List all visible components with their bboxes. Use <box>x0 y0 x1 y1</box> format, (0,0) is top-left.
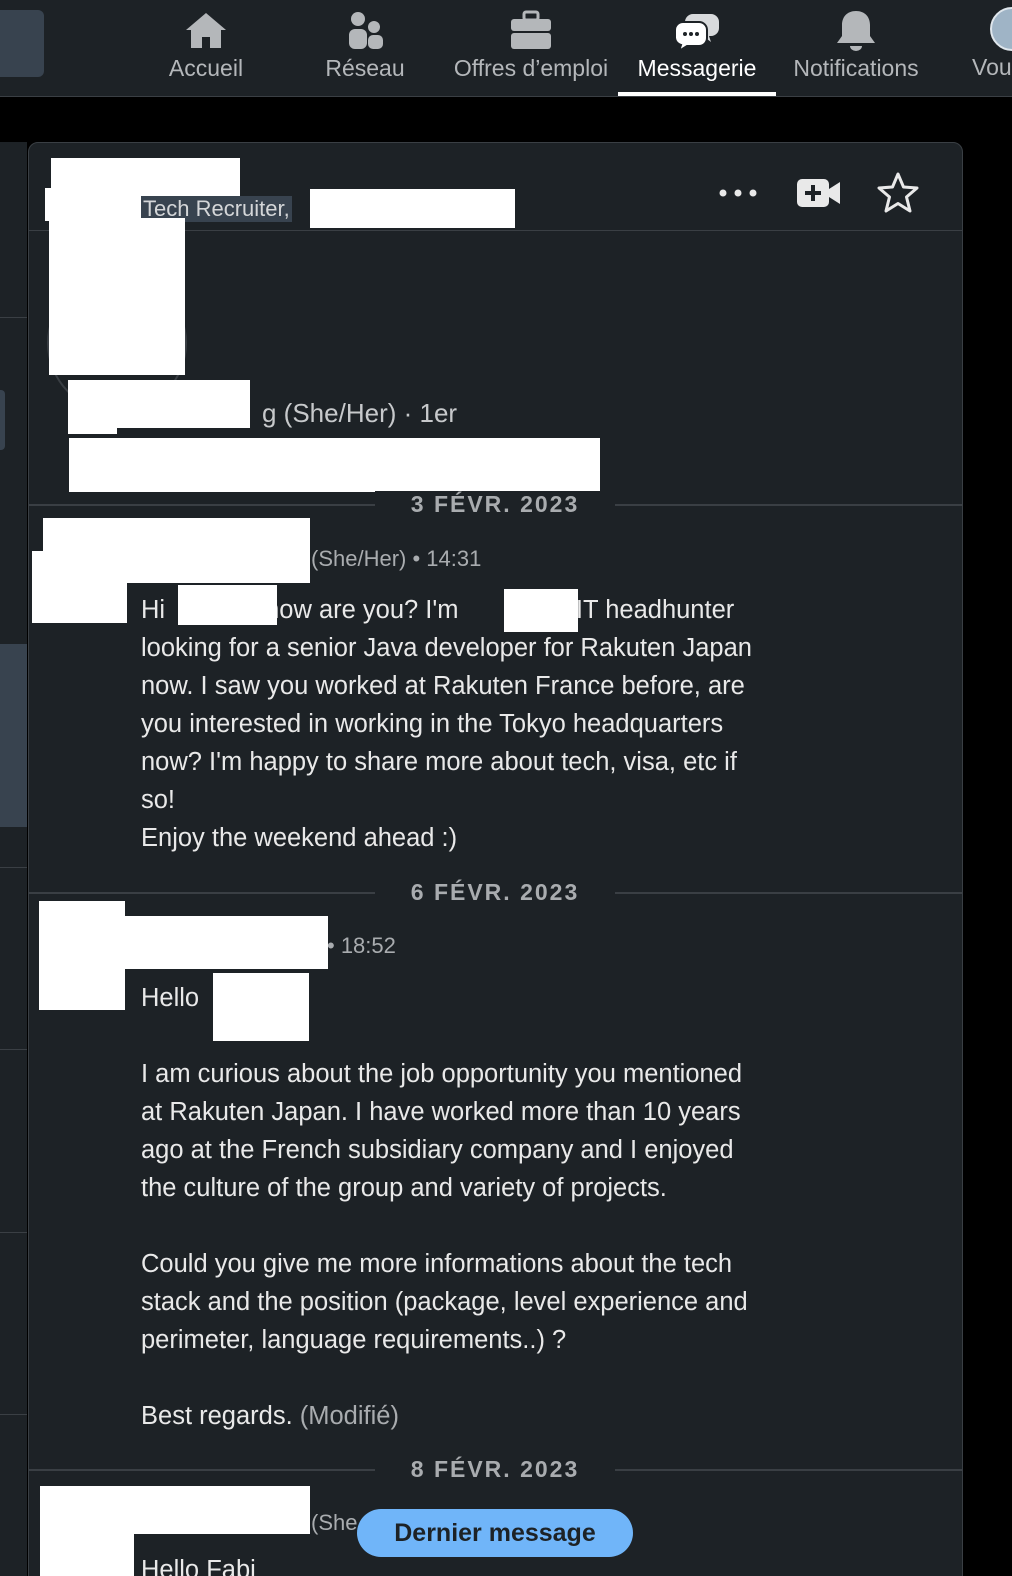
redacted-name <box>68 380 250 428</box>
divider <box>0 1414 27 1415</box>
jump-to-latest-button[interactable]: Dernier message <box>357 1509 633 1557</box>
star-button[interactable] <box>870 165 926 221</box>
nav-item-network[interactable]: Réseau <box>322 0 408 96</box>
redacted-recipient-name <box>213 973 309 1041</box>
redacted-sender-name <box>504 589 578 632</box>
divider <box>0 1049 27 1050</box>
conversation-panel: Tech Recruiter, g (She/Her) · 1er 3 FÉVR… <box>28 142 963 1576</box>
nav-item-me[interactable]: Vou <box>968 0 1012 96</box>
message-meta: (She/Her) • 14:31 <box>311 546 482 571</box>
profile-name[interactable]: g (She/Her) · 1er <box>262 398 457 429</box>
star-icon <box>877 172 919 213</box>
conversation-list <box>0 142 27 1576</box>
redacted-avatar <box>40 1531 134 1576</box>
message-line: you interested in working in the Tokyo h… <box>141 710 724 738</box>
nav-item-messaging[interactable]: Messagerie <box>618 0 776 96</box>
date-label: 8 FÉVR. 2023 <box>375 1456 615 1483</box>
nav-label: Réseau <box>325 55 405 81</box>
redacted-sender <box>119 916 328 969</box>
search-box[interactable] <box>0 10 44 77</box>
redacted-headline <box>69 438 600 492</box>
message-line: at Rakuten Japan. I have worked more tha… <box>141 1098 741 1126</box>
message-meta: (She <box>311 1510 358 1535</box>
nav-label: Notifications <box>793 55 919 81</box>
avatar <box>990 7 1012 51</box>
message-line: now? I'm happy to share more about tech,… <box>141 748 737 776</box>
chat-icon <box>674 14 719 52</box>
redacted-sender <box>40 1486 310 1534</box>
list-item-active[interactable] <box>0 644 27 827</box>
redacted-avatar <box>49 218 185 375</box>
people-icon <box>349 12 383 49</box>
video-icon <box>797 179 840 207</box>
redacted-avatar <box>32 551 127 623</box>
nav-item-notifications[interactable]: Notifications <box>784 0 928 96</box>
more-options-button[interactable] <box>711 165 767 221</box>
divider <box>0 1232 27 1233</box>
message-body: Hi how are you? I'm an IT headhunter looki… <box>141 591 841 857</box>
briefcase-icon <box>511 10 551 49</box>
nav-label: Messagerie <box>637 55 757 81</box>
nav-item-jobs[interactable]: Offres d’emploi <box>444 0 618 96</box>
message-line: stack and the position (package, level e… <box>141 1288 748 1316</box>
redacted-company <box>310 189 515 228</box>
divider <box>0 317 27 318</box>
message-line: looking for a senior Java developer for … <box>141 634 752 662</box>
message-line: so! <box>141 786 176 814</box>
message-line: I am curious about the job opportunity y… <box>141 1060 743 1088</box>
list-item[interactable] <box>0 390 5 450</box>
message-closing: Best regards. (Modifié) <box>141 1402 399 1430</box>
bell-icon <box>837 11 875 51</box>
edited-label: (Modifié) <box>299 1402 399 1430</box>
global-nav: Accueil Réseau Offres d’emploi Messageri… <box>0 0 1012 97</box>
date-label: 3 FÉVR. 2023 <box>375 491 615 518</box>
home-icon <box>186 13 226 48</box>
message-meta: • 18:52 <box>327 933 396 958</box>
message-line: perimeter, language requirements..) ? <box>141 1326 567 1354</box>
nav-item-home[interactable]: Accueil <box>165 0 247 96</box>
message-line: Enjoy the weekend ahead :) <box>141 824 458 852</box>
message-line: the culture of the group and variety of … <box>141 1174 667 1202</box>
more-icon <box>719 189 757 197</box>
date-label: 6 FÉVR. 2023 <box>375 879 615 906</box>
message-body: Hello I am curious about the job opportu… <box>141 979 841 1435</box>
redacted-block <box>45 188 141 221</box>
divider <box>0 867 27 868</box>
message-line: Could you give me more informations abou… <box>141 1250 733 1278</box>
nav-label: Accueil <box>168 55 244 81</box>
redacted-recipient-name <box>178 585 277 625</box>
nav-label: Vou <box>972 54 1012 80</box>
video-call-button[interactable] <box>791 165 847 221</box>
message-line: ago at the French subsidiary company and… <box>141 1136 734 1164</box>
redacted-block <box>68 426 117 434</box>
message-line: now. I saw you worked at Rakuten France … <box>141 672 745 700</box>
redacted-avatar <box>39 901 125 1010</box>
nav-label: Offres d’emploi <box>453 55 609 81</box>
